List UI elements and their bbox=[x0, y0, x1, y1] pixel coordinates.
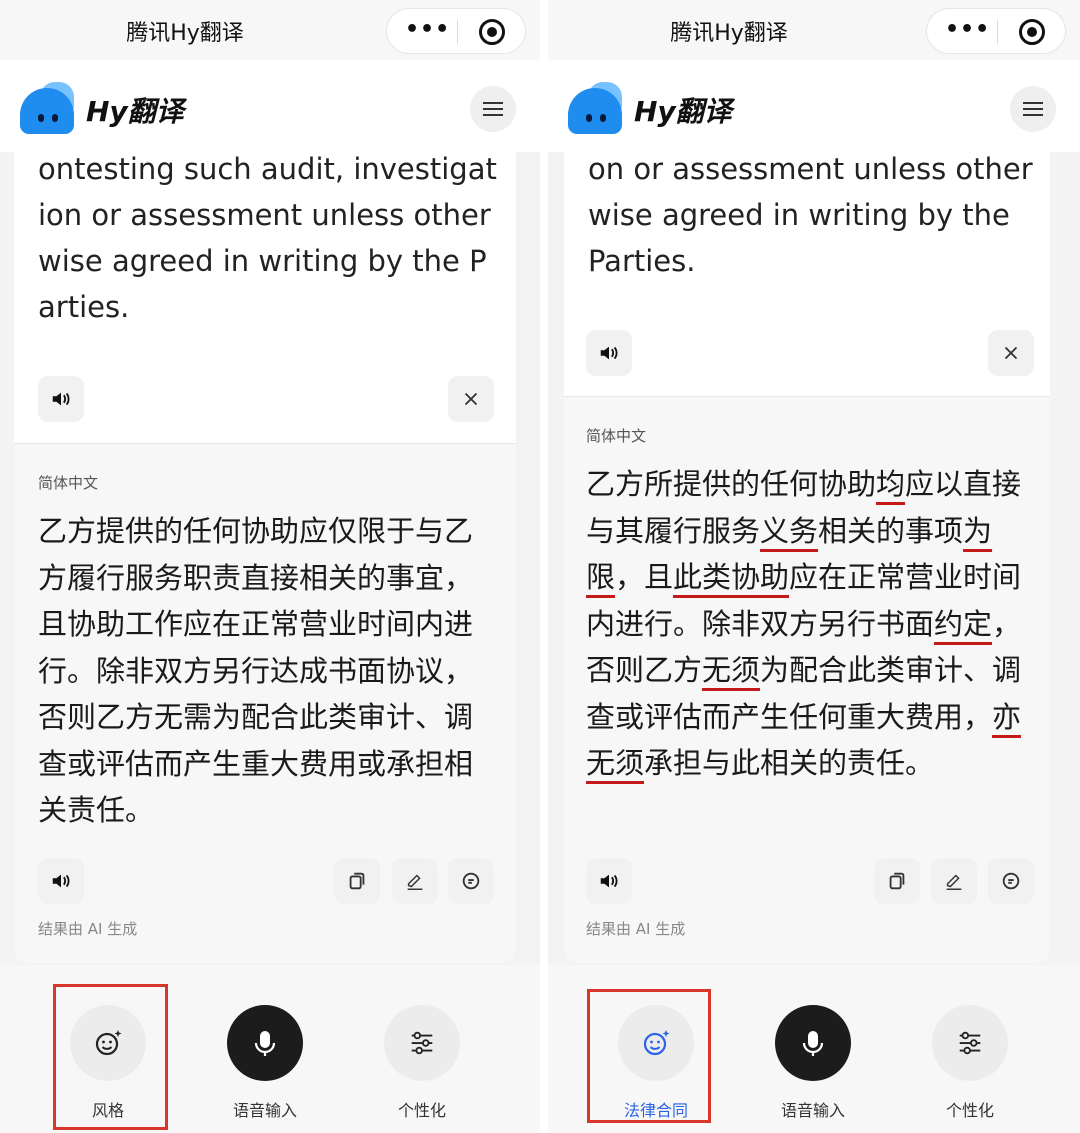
target-text-segment: 承担与此相关的责任。 bbox=[644, 746, 935, 780]
personalize-label: 个性化 bbox=[397, 1101, 446, 1120]
edit-icon[interactable] bbox=[392, 858, 438, 904]
right-screenshot: 腾讯Hy翻译 ••• Hy翻译 on or assessment unless … bbox=[540, 0, 1080, 1133]
close-icon[interactable] bbox=[448, 376, 494, 422]
menu-icon[interactable] bbox=[1010, 86, 1056, 132]
voice-input-button[interactable]: 语音输入 bbox=[753, 1005, 873, 1121]
voice-input-label: 语音输入 bbox=[780, 1101, 845, 1120]
capsule-divider bbox=[997, 20, 998, 44]
speaker-icon[interactable] bbox=[38, 858, 84, 904]
annotation-highlight-box bbox=[587, 989, 711, 1123]
speaker-icon[interactable] bbox=[38, 376, 84, 422]
target-icon[interactable] bbox=[1019, 19, 1045, 45]
personalize-button[interactable]: 个性化 bbox=[362, 1005, 482, 1121]
brand-name: Hy翻译 bbox=[86, 95, 184, 128]
voice-input-button[interactable]: 语音输入 bbox=[205, 1005, 325, 1121]
microphone-icon bbox=[775, 1005, 851, 1081]
target-text-segment: 乙方所提供的任何协助 bbox=[586, 467, 877, 501]
target-text[interactable]: 乙方提供的任何协助应仅限于与乙方履行服务职责直接相关的事宜，且协助工作应在正常营… bbox=[38, 508, 496, 834]
edit-icon[interactable] bbox=[931, 858, 977, 904]
sliders-icon bbox=[384, 1005, 460, 1081]
target-card: 简体中文 乙方所提供的任何协助均应以直接与其履行服务义务相关的事项为限，且此类协… bbox=[564, 396, 1050, 963]
brand-name: Hy翻译 bbox=[634, 95, 732, 128]
miniapp-capsule: ••• bbox=[926, 8, 1066, 54]
menu-icon[interactable] bbox=[470, 86, 516, 132]
microphone-icon bbox=[227, 1005, 303, 1081]
source-card: on or assessment unless otherwise agreed… bbox=[564, 152, 1050, 396]
personalize-label: 个性化 bbox=[945, 1101, 994, 1120]
highlighted-term: 约定 bbox=[934, 606, 993, 641]
sliders-icon bbox=[932, 1005, 1008, 1081]
highlighted-term: 义务 bbox=[760, 513, 819, 548]
personalize-button[interactable]: 个性化 bbox=[910, 1005, 1030, 1121]
bottom-toolbar: 风格 语音输入 个性化 bbox=[0, 965, 540, 1133]
more-dots-icon[interactable]: ••• bbox=[945, 17, 990, 42]
target-text[interactable]: 乙方所提供的任何协助均应以直接与其履行服务义务相关的事项为限，且此类协助应在正常… bbox=[586, 461, 1036, 787]
left-screenshot: 腾讯Hy翻译 ••• Hy翻译 ontesting such audit, in… bbox=[0, 0, 540, 1133]
highlighted-term: 此类协助 bbox=[673, 560, 790, 594]
target-icon[interactable] bbox=[479, 19, 505, 45]
bottom-toolbar: 法律合同 语音输入 个性化 bbox=[548, 965, 1080, 1133]
copy-icon[interactable] bbox=[334, 858, 380, 904]
annotation-highlight-box bbox=[53, 984, 168, 1130]
speaker-icon[interactable] bbox=[586, 330, 632, 376]
app-header: Hy翻译 bbox=[548, 60, 1080, 152]
voice-input-label: 语音输入 bbox=[232, 1101, 297, 1120]
source-text[interactable]: ontesting such audit, investigation or a… bbox=[38, 146, 500, 330]
miniapp-topbar: 腾讯Hy翻译 ••• bbox=[0, 0, 540, 60]
more-dots-icon[interactable]: ••• bbox=[405, 17, 450, 42]
highlighted-term: 均 bbox=[876, 467, 906, 501]
miniapp-topbar: 腾讯Hy翻译 ••• bbox=[548, 0, 1080, 60]
hy-logo bbox=[568, 82, 622, 136]
source-card: ontesting such audit, investigation or a… bbox=[14, 152, 516, 443]
app-header: Hy翻译 bbox=[0, 60, 540, 152]
highlighted-term: 无须 bbox=[702, 653, 761, 687]
miniapp-title: 腾讯Hy翻译 bbox=[670, 21, 788, 46]
target-language-label: 简体中文 bbox=[586, 427, 647, 445]
hy-logo bbox=[20, 82, 74, 136]
ai-generated-note: 结果由 AI 生成 bbox=[586, 920, 686, 938]
source-text[interactable]: on or assessment unless otherwise agreed… bbox=[588, 146, 1034, 284]
feedback-icon[interactable] bbox=[988, 858, 1034, 904]
miniapp-title: 腾讯Hy翻译 bbox=[126, 21, 244, 46]
target-text-segment: ，且 bbox=[615, 560, 674, 594]
copy-icon[interactable] bbox=[874, 858, 920, 904]
miniapp-capsule: ••• bbox=[386, 8, 526, 54]
capsule-divider bbox=[457, 20, 458, 44]
target-card: 简体中文 乙方提供的任何协助应仅限于与乙方履行服务职责直接相关的事宜，且协助工作… bbox=[14, 443, 516, 963]
target-language-label: 简体中文 bbox=[38, 474, 99, 492]
feedback-icon[interactable] bbox=[448, 858, 494, 904]
target-text-segment: 相关的事项 bbox=[818, 513, 964, 548]
close-icon[interactable] bbox=[988, 330, 1034, 376]
speaker-icon[interactable] bbox=[586, 858, 632, 904]
ai-generated-note: 结果由 AI 生成 bbox=[38, 920, 138, 938]
